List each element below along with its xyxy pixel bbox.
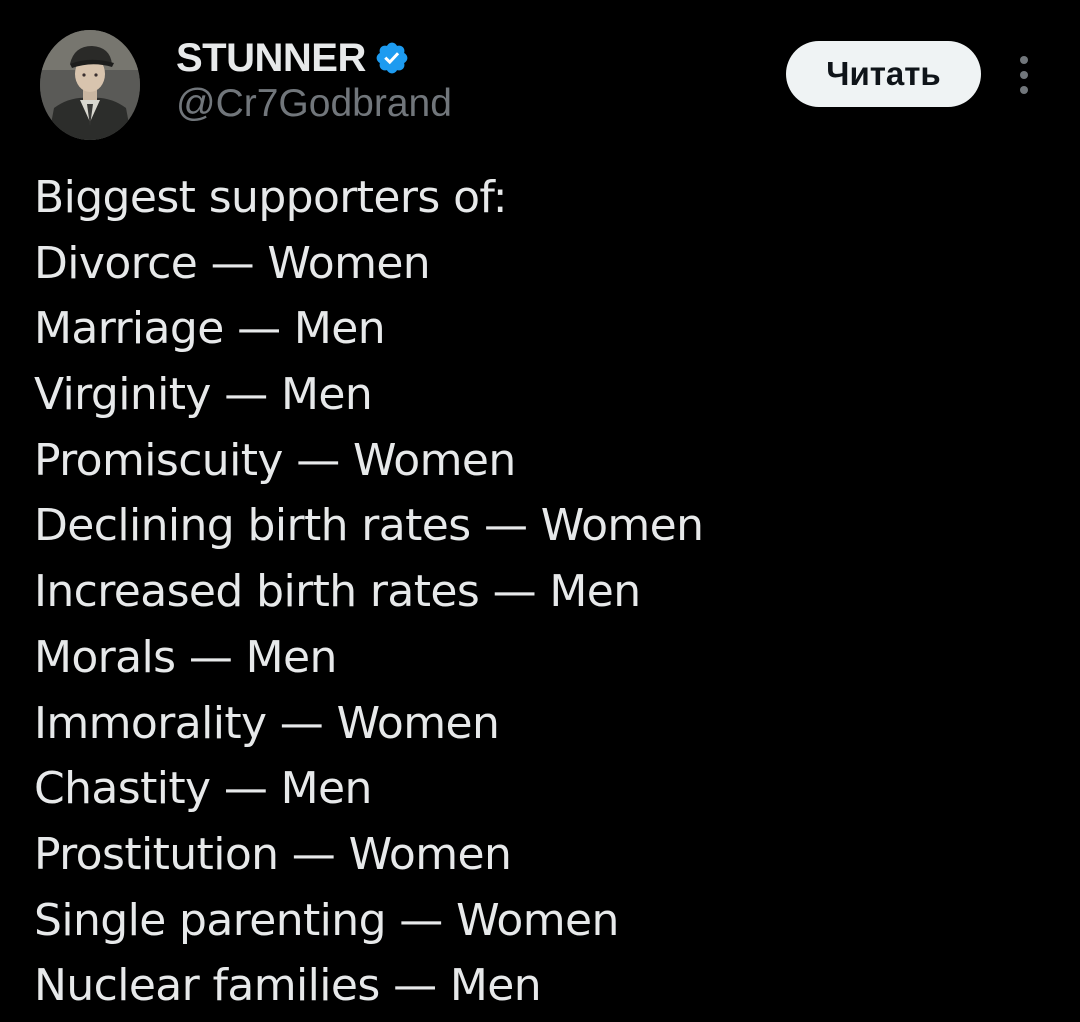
tweet-line: Prostitution — Women	[34, 828, 512, 880]
tweet-text: Biggest supporters of: Divorce — Women M…	[34, 165, 1064, 1019]
author-handle[interactable]: @Cr7Godbrand	[176, 82, 452, 126]
tweet-line: Declining birth rates — Women	[34, 500, 704, 552]
tweet-line: Promiscuity — Women	[34, 434, 516, 486]
tweet-line: Marriage — Men	[34, 303, 386, 355]
more-vertical-icon	[1020, 56, 1028, 94]
tweet-line: Chastity — Men	[34, 763, 372, 815]
tweet-line: Immorality — Women	[34, 697, 500, 749]
profile-photo-icon	[40, 30, 140, 140]
tweet-line: Increased birth rates — Men	[34, 566, 641, 618]
tweet-line: Morals — Men	[34, 631, 337, 683]
tweet-line: Single parenting — Women	[34, 894, 619, 946]
tweet-line: Divorce — Women	[34, 237, 431, 289]
tweet: STUNNER @Cr7Godbrand Читать Biggest supp…	[0, 0, 1080, 1022]
author-name-row: STUNNER	[176, 34, 410, 82]
tweet-line: Nuclear families — Men	[34, 960, 542, 1012]
display-name[interactable]: STUNNER	[176, 36, 366, 81]
verified-badge-icon	[376, 42, 408, 74]
follow-button[interactable]: Читать	[786, 41, 981, 107]
tweet-line: Biggest supporters of:	[34, 172, 508, 223]
tweet-header: STUNNER @Cr7Godbrand Читать	[0, 0, 1080, 150]
more-options-button[interactable]	[1006, 52, 1042, 98]
avatar[interactable]	[40, 30, 140, 140]
tweet-line: Virginity — Men	[34, 369, 373, 421]
